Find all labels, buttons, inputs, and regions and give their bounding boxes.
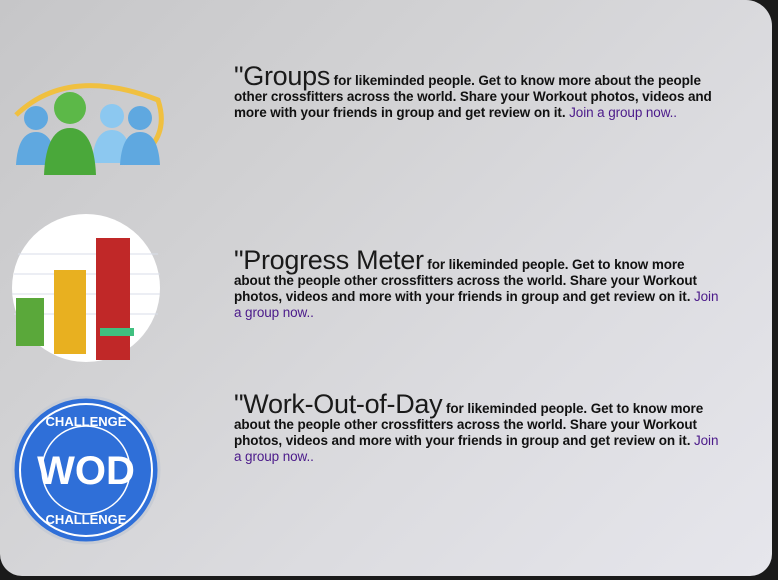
groups-people-icon — [14, 83, 164, 175]
wod-challenge-badge-icon: CHALLENGE WOD CHALLENGE — [11, 396, 161, 545]
feature-title: "Groups — [234, 61, 331, 91]
badge-bottom-text: CHALLENGE — [46, 512, 127, 527]
feature-title: "Progress Meter — [234, 245, 424, 275]
feature-title: "Work-Out-of-Day — [234, 389, 443, 419]
badge-center-text: WOD — [37, 449, 135, 493]
badge-top-text: CHALLENGE — [46, 414, 127, 429]
feature-description: "Progress Meter for likeminded people. G… — [234, 247, 724, 321]
feature-description: "Groups for likeminded people. Get to kn… — [234, 63, 724, 121]
features-panel: "Groups for likeminded people. Get to kn… — [0, 0, 772, 576]
bar-chart-icon — [12, 214, 160, 362]
feature-description: "Work-Out-of-Day for likeminded people. … — [234, 391, 724, 465]
join-group-link[interactable]: Join a group now.. — [569, 105, 677, 120]
